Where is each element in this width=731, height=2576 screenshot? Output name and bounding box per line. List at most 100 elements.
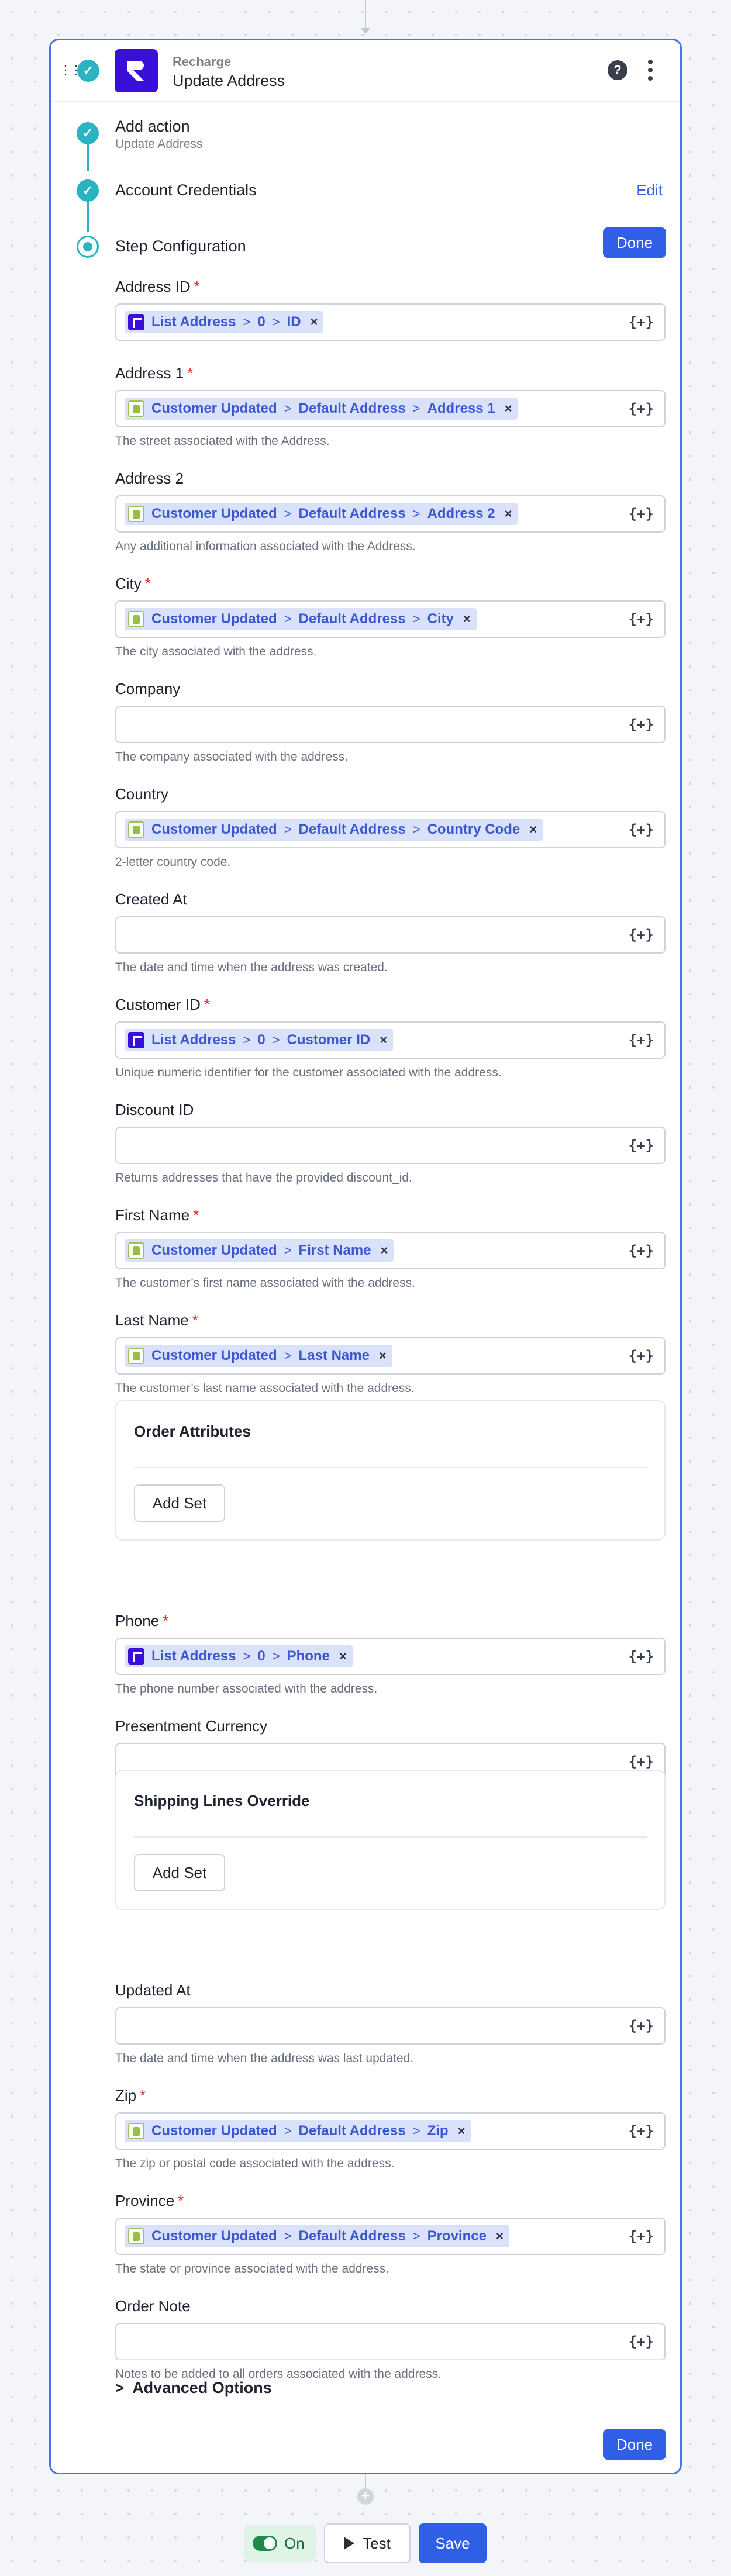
done-button-top[interactable]: Done <box>603 227 666 258</box>
field-input[interactable]: {+} <box>115 2007 666 2045</box>
play-icon <box>344 2537 355 2550</box>
remove-pill-icon[interactable]: × <box>496 2229 504 2244</box>
remove-pill-icon[interactable]: × <box>529 822 537 837</box>
insert-variable-button[interactable]: {+} <box>629 506 654 522</box>
field-input[interactable]: List Address >0 > Phone × {+} <box>115 1638 666 1675</box>
insert-variable-button[interactable]: {+} <box>629 821 654 838</box>
field-description: The state or province associated with th… <box>115 2262 389 2275</box>
pill-segment: Phone <box>287 1648 330 1664</box>
on-toggle[interactable]: On <box>244 2525 316 2562</box>
insert-variable-button[interactable]: {+} <box>629 1648 654 1665</box>
field-description: The phone number associated with the add… <box>115 1682 378 1696</box>
field-input[interactable]: Customer Updated > Last Name × {+} <box>115 1337 666 1375</box>
insert-variable-button[interactable]: {+} <box>629 1348 654 1364</box>
insert-variable-button[interactable]: {+} <box>629 1242 654 1259</box>
step-credentials-title[interactable]: Account Credentials <box>115 181 257 199</box>
insert-variable-button[interactable]: {+} <box>629 1753 654 1770</box>
pill-segment: 0 <box>257 1648 265 1664</box>
insert-variable-button[interactable]: {+} <box>629 314 654 330</box>
field-input[interactable]: Customer Updated > Default Address > City × {+… <box>115 600 666 638</box>
step-complete-check-icon: ✓ <box>77 122 99 144</box>
mapped-value-pill[interactable]: Customer Updated > First Name × <box>125 1239 394 1262</box>
add-set-button[interactable]: Add Set <box>134 1484 225 1522</box>
insert-variable-button[interactable]: {+} <box>629 1032 654 1048</box>
field-input[interactable]: {+} <box>115 916 666 954</box>
field-input[interactable]: List Address >0 > Customer ID × {+} <box>115 1021 666 1059</box>
field-input[interactable]: {+} <box>115 1127 666 1164</box>
required-asterisk: * <box>193 1206 199 1224</box>
chevron-right-icon: > <box>284 1243 292 1258</box>
mapped-value-pill[interactable]: Customer Updated > Default Address > Address… <box>125 503 518 525</box>
mapped-value-pill[interactable]: Customer Updated > Default Address > Address… <box>125 398 518 420</box>
mapped-value-pill[interactable]: Customer Updated > Last Name × <box>125 1345 392 1367</box>
remove-pill-icon[interactable]: × <box>505 401 512 416</box>
mapped-value-pill[interactable]: Customer Updated > Default Address > Country… <box>125 819 543 841</box>
more-vertical-icon[interactable] <box>646 58 654 84</box>
pill-segment: Customer Updated <box>151 821 277 837</box>
chevron-right-icon: > <box>243 1033 251 1047</box>
insert-variable-button[interactable]: {+} <box>629 2333 654 2350</box>
remove-pill-icon[interactable]: × <box>381 1243 388 1258</box>
insert-variable-button[interactable]: {+} <box>629 1137 654 1154</box>
chevron-right-icon: > <box>243 315 251 329</box>
field-input[interactable]: Customer Updated > Default Address > Provinc… <box>115 2218 666 2255</box>
insert-variable-button[interactable]: {+} <box>629 2123 654 2139</box>
step-add-action-title[interactable]: Add action <box>115 118 190 136</box>
recharge-logo-icon <box>115 49 158 92</box>
add-set-button[interactable]: Add Set <box>134 1854 225 1891</box>
toggle-label: On <box>284 2534 305 2552</box>
pill-segment: Customer Updated <box>151 2228 277 2244</box>
insert-variable-button[interactable]: {+} <box>629 927 654 943</box>
pill-segment: Default Address <box>298 506 406 522</box>
field-input[interactable]: Customer Updated > Default Address > Zip × {+} <box>115 2112 666 2150</box>
chevron-right-icon: > <box>243 1649 251 1663</box>
field-label: Created At <box>115 889 666 909</box>
field-label-text: First Name <box>115 1206 190 1224</box>
remove-pill-icon[interactable]: × <box>339 1649 347 1664</box>
field-input[interactable]: Customer Updated > Default Address > Address… <box>115 495 666 533</box>
field-input[interactable]: Customer Updated > Default Address > Country… <box>115 811 666 848</box>
field-city: City * Customer Updated > Default Address > Ci… <box>115 574 666 659</box>
field-zip: Zip * Customer Updated > Default Address > Zip… <box>115 2085 666 2171</box>
pill-segment: Country Code <box>427 821 520 837</box>
edit-credentials-link[interactable]: Edit <box>636 181 663 199</box>
chevron-right-icon: > <box>284 612 292 626</box>
advanced-options-toggle[interactable]: > Advanced Options <box>115 2379 272 2397</box>
insert-variable-button[interactable]: {+} <box>629 400 654 417</box>
remove-pill-icon[interactable]: × <box>380 1033 387 1048</box>
field-input[interactable]: List Address >0 > ID × {+} <box>115 303 666 341</box>
insert-variable-button[interactable]: {+} <box>629 2018 654 2034</box>
add-step-plus-icon[interactable]: + <box>357 2488 374 2505</box>
insert-variable-button[interactable]: {+} <box>629 611 654 627</box>
remove-pill-icon[interactable]: × <box>505 506 512 522</box>
field-input[interactable]: Customer Updated > Default Address > Address… <box>115 390 666 427</box>
insert-variable-button[interactable]: {+} <box>629 716 654 733</box>
remove-pill-icon[interactable]: × <box>458 2123 466 2139</box>
field-label: Presentment Currency <box>115 1716 666 1736</box>
remove-pill-icon[interactable]: × <box>463 612 471 627</box>
mapped-value-pill[interactable]: Customer Updated > Default Address > Zip × <box>125 2120 471 2142</box>
mapped-value-pill[interactable]: List Address >0 > ID × <box>125 311 324 333</box>
field-input[interactable]: {+} <box>115 706 666 743</box>
chevron-right-icon: > <box>412 2229 420 2243</box>
insert-variable-button[interactable]: {+} <box>629 2228 654 2244</box>
field-input[interactable]: {+} <box>115 2323 666 2360</box>
field-input[interactable]: Customer Updated > First Name × {+} <box>115 1232 666 1269</box>
field-country: Country Customer Updated > Default Address >… <box>115 784 666 869</box>
pill-segment: 0 <box>257 1032 265 1048</box>
field-label-text: Phone <box>115 1612 160 1629</box>
help-icon[interactable]: ? <box>608 60 627 80</box>
chevron-right-icon: > <box>272 1649 280 1663</box>
pill-segment: Province <box>427 2228 487 2244</box>
mapped-value-pill[interactable]: List Address >0 > Phone × <box>125 1645 353 1667</box>
remove-pill-icon[interactable]: × <box>379 1348 387 1363</box>
remove-pill-icon[interactable]: × <box>311 315 318 330</box>
mapped-value-pill[interactable]: Customer Updated > Default Address > City × <box>125 608 477 630</box>
save-button[interactable]: Save <box>419 2523 487 2563</box>
mapped-value-pill[interactable]: Customer Updated > Default Address > Provinc… <box>125 2225 509 2247</box>
mapped-value-pill[interactable]: List Address >0 > Customer ID × <box>125 1029 394 1051</box>
done-button-bottom[interactable]: Done <box>603 2429 666 2460</box>
pill-segment: First Name <box>298 1242 371 1258</box>
test-button[interactable]: Test <box>324 2523 411 2563</box>
pill-segment: Default Address <box>298 2123 406 2139</box>
